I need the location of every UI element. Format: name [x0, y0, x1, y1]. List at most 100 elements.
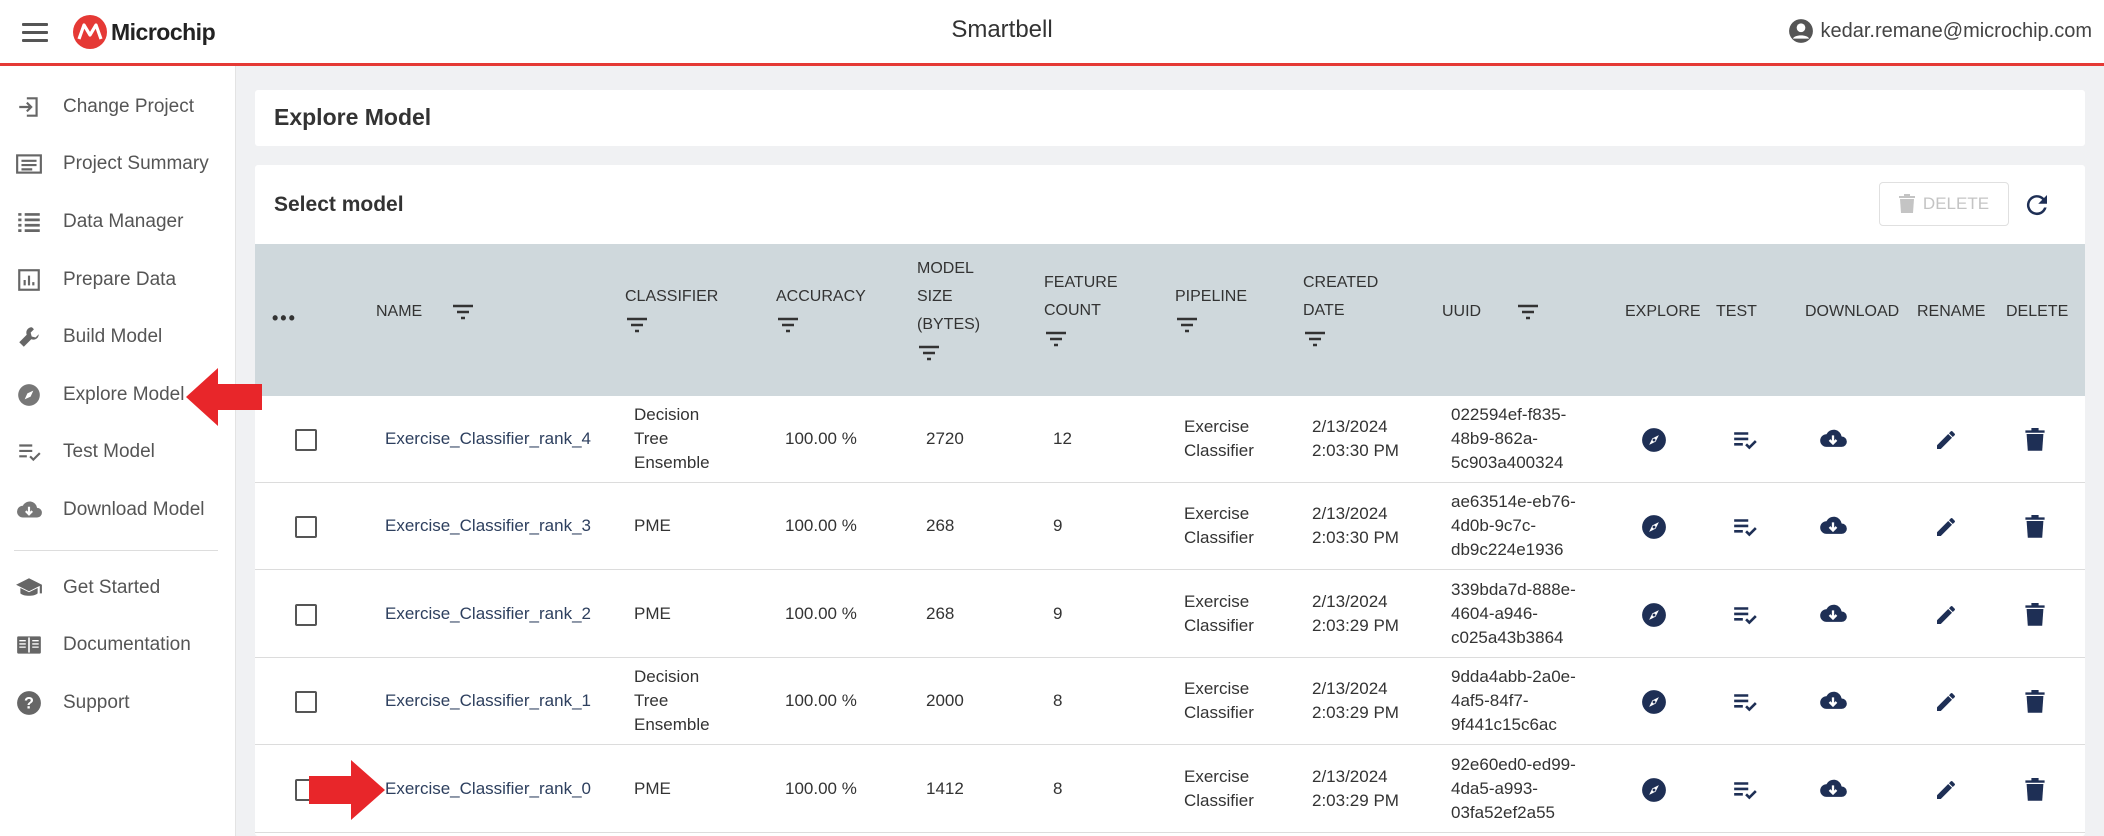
explore-icon[interactable] — [1639, 775, 1669, 805]
column-label: UUID — [1442, 303, 1482, 320]
sidebar-item-documentation[interactable]: Documentation — [0, 620, 236, 670]
uuid-line: c025a43b3864 — [1451, 628, 1564, 647]
filter-icon[interactable] — [625, 315, 649, 335]
explore-icon[interactable] — [1639, 425, 1669, 455]
table-row[interactable]: Exercise_Classifier_rank_3 PME 100.00 % … — [255, 483, 2085, 570]
table-row[interactable]: Exercise_Classifier_rank_2 PME 100.00 % … — [255, 571, 2085, 658]
sidebar-item-build-model[interactable]: Build Model — [0, 312, 236, 362]
classifier-cell: PME — [634, 777, 671, 801]
more-options-icon[interactable]: ••• — [272, 304, 297, 332]
filter-icon[interactable] — [451, 302, 475, 322]
sidebar-item-prepare-data[interactable]: Prepare Data — [0, 255, 236, 305]
sidebar-item-project-summary[interactable]: Project Summary — [0, 139, 236, 189]
model-name[interactable]: Exercise_Classifier_rank_1 — [385, 689, 591, 713]
uuid-cell: 339bda7d-888e- 4604-a946- c025a43b3864 — [1451, 578, 1576, 650]
column-header-test: TEST — [1716, 303, 1757, 320]
filter-icon[interactable] — [1303, 329, 1327, 349]
uuid-line: 4604-a946- — [1451, 604, 1538, 623]
download-icon[interactable] — [1818, 775, 1848, 805]
delete-row-icon[interactable] — [2020, 775, 2050, 805]
pipeline-line: Exercise — [1184, 592, 1250, 611]
delete-row-icon[interactable] — [2020, 425, 2050, 455]
delete-row-icon[interactable] — [2020, 687, 2050, 717]
model-name[interactable]: Exercise_Classifier_rank_3 — [385, 514, 591, 538]
test-icon[interactable] — [1730, 425, 1760, 455]
download-icon[interactable] — [1818, 512, 1848, 542]
filter-icon[interactable] — [1044, 329, 1068, 349]
row-checkbox[interactable] — [295, 691, 317, 713]
table-row[interactable]: Exercise_Classifier_rank_4 Decision Tree… — [255, 396, 2085, 483]
column-label: PIPELINE — [1175, 288, 1248, 305]
filter-icon[interactable] — [1175, 315, 1199, 335]
pipeline-line: Classifier — [1184, 791, 1254, 810]
filter-icon[interactable] — [1516, 302, 1540, 322]
time-line: 2:03:29 PM — [1312, 616, 1399, 635]
accuracy-cell: 100.00 % — [785, 516, 857, 535]
user-account[interactable]: kedar.remane@microchip.com — [1788, 18, 2092, 44]
uuid-cell: 9dda4abb-2a0e- 4af5-84f7- 9f441c15c6ac — [1451, 665, 1576, 737]
wrench-icon — [14, 322, 44, 352]
sidebar-item-support[interactable]: ? Support — [0, 678, 236, 728]
column-label: CLASSIFIER — [625, 288, 719, 305]
row-checkbox[interactable] — [295, 604, 317, 626]
delete-selected-button[interactable]: DELETE — [1879, 182, 2009, 226]
cloud-download-icon — [14, 495, 44, 525]
delete-row-icon[interactable] — [2020, 512, 2050, 542]
column-label: MODEL — [917, 260, 974, 277]
test-icon[interactable] — [1730, 512, 1760, 542]
model-name[interactable]: Exercise_Classifier_rank_0 — [385, 777, 591, 801]
explore-icon[interactable] — [1639, 600, 1669, 630]
pipeline-line: Exercise — [1184, 679, 1250, 698]
date-line: 2/13/2024 — [1312, 417, 1388, 436]
sidebar-item-get-started[interactable]: Get Started — [0, 563, 236, 613]
created-date-cell: 2/13/2024 2:03:29 PM — [1312, 590, 1399, 638]
pipeline-line: Classifier — [1184, 441, 1254, 460]
uuid-line: 9dda4abb-2a0e- — [1451, 667, 1576, 686]
column-label: CREATED — [1303, 274, 1379, 291]
refresh-icon[interactable] — [2022, 190, 2052, 220]
download-icon[interactable] — [1818, 425, 1848, 455]
rename-icon[interactable] — [1931, 425, 1961, 455]
accuracy-cell: 100.00 % — [785, 429, 857, 448]
login-icon — [14, 92, 44, 122]
column-label: ACCURACY — [776, 288, 866, 305]
feature-count-cell: 8 — [1053, 691, 1063, 710]
classifier-line: Decision — [634, 667, 700, 686]
sidebar-item-data-manager[interactable]: Data Manager — [0, 197, 236, 247]
row-checkbox[interactable] — [295, 516, 317, 538]
annotation-arrow-right — [309, 760, 385, 820]
user-email: kedar.remane@microchip.com — [1820, 19, 2092, 42]
model-name[interactable]: Exercise_Classifier_rank_4 — [385, 427, 591, 451]
sidebar-item-download-model[interactable]: Download Model — [0, 485, 236, 535]
filter-icon[interactable] — [776, 315, 800, 335]
rename-icon[interactable] — [1931, 600, 1961, 630]
pipeline-line: Classifier — [1184, 616, 1254, 635]
explore-icon[interactable] — [1639, 687, 1669, 717]
feature-count-cell: 8 — [1053, 779, 1063, 798]
download-icon[interactable] — [1818, 600, 1848, 630]
column-label: FEATURE — [1044, 274, 1118, 291]
filter-icon[interactable] — [917, 343, 941, 363]
date-line: 2/13/2024 — [1312, 767, 1388, 786]
test-icon[interactable] — [1730, 775, 1760, 805]
download-icon[interactable] — [1818, 687, 1848, 717]
rename-icon[interactable] — [1931, 775, 1961, 805]
sidebar-item-change-project[interactable]: Change Project — [0, 82, 236, 132]
table-row[interactable]: Exercise_Classifier_rank_0 PME 100.00 % … — [255, 746, 2085, 833]
explore-icon[interactable] — [1639, 512, 1669, 542]
sidebar-item-test-model[interactable]: Test Model — [0, 427, 236, 477]
rename-icon[interactable] — [1931, 687, 1961, 717]
column-header-download: DOWNLOAD — [1805, 303, 1900, 320]
test-icon[interactable] — [1730, 687, 1760, 717]
pipeline-line: Classifier — [1184, 703, 1254, 722]
rename-icon[interactable] — [1931, 512, 1961, 542]
model-name[interactable]: Exercise_Classifier_rank_2 — [385, 602, 591, 626]
test-icon[interactable] — [1730, 600, 1760, 630]
classifier-line: Ensemble — [634, 453, 710, 472]
delete-row-icon[interactable] — [2020, 600, 2050, 630]
page-title-card: Explore Model — [255, 90, 2085, 146]
row-checkbox[interactable] — [295, 429, 317, 451]
uuid-line: 4d0b-9c7c- — [1451, 516, 1537, 535]
sidebar-item-label: Test Model — [63, 441, 155, 462]
table-row[interactable]: Exercise_Classifier_rank_1 Decision Tree… — [255, 658, 2085, 745]
